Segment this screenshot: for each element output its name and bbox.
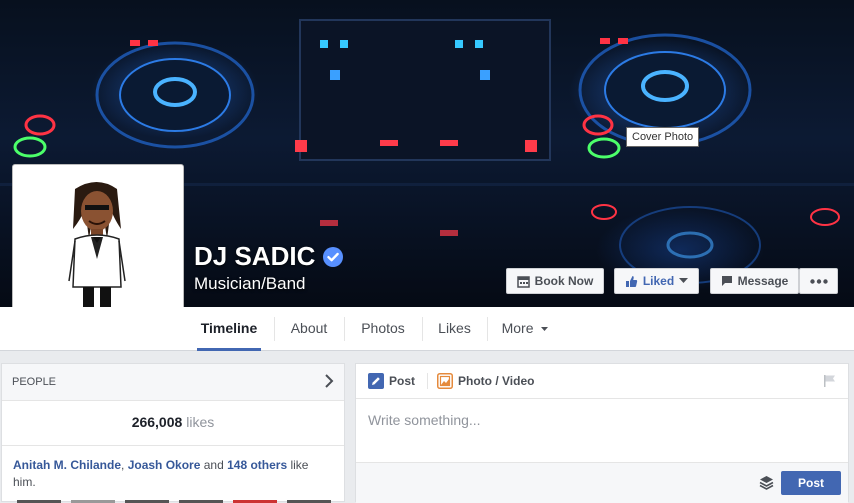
composer-tab-post-label: Post — [389, 374, 416, 388]
liked-label: Liked — [642, 274, 675, 288]
composer-footer: Post — [356, 462, 848, 503]
page-likes-count: 266,008 likes — [2, 414, 344, 430]
flag-icon[interactable] — [823, 374, 836, 387]
friend-link[interactable]: Joash Okore — [128, 458, 201, 472]
message-button[interactable]: Message — [710, 268, 799, 294]
book-now-label: Book Now — [534, 274, 594, 288]
friends-like-text: Anitah M. Chilande, Joash Okore and 148 … — [13, 457, 333, 491]
message-label: Message — [737, 274, 789, 288]
page-title: DJ SADIC — [194, 241, 344, 272]
chevron-right-icon[interactable] — [324, 374, 334, 388]
page-category: Musician/Band — [194, 274, 306, 293]
message-bubble-icon — [721, 276, 732, 286]
composer-tab-photo-video[interactable]: Photo / Video — [437, 364, 534, 398]
tab-likes[interactable]: Likes — [422, 307, 487, 350]
people-box: PEOPLE 266,008 likes Anitah M. Chilande, … — [1, 363, 345, 503]
book-now-button[interactable]: Book Now — [506, 268, 604, 294]
photo-icon — [437, 373, 453, 389]
separator-text: , — [121, 458, 125, 472]
composer-tab-post[interactable]: Post — [368, 364, 415, 398]
calendar-icon — [516, 275, 530, 288]
write-something-input[interactable]: Write something... — [368, 412, 481, 428]
cover-photo-tooltip: Cover Photo — [626, 127, 700, 147]
verified-badge-icon — [323, 246, 344, 267]
pencil-icon — [368, 373, 384, 389]
and-text: and — [200, 458, 228, 472]
tab-more-label: More — [501, 320, 534, 336]
page-name-text: DJ SADIC — [194, 241, 316, 271]
post-composer: Post Photo / Video Write something... Po… — [355, 363, 849, 503]
more-options-button[interactable] — [799, 268, 838, 294]
post-button[interactable]: Post — [781, 471, 841, 495]
layers-icon[interactable] — [759, 475, 774, 490]
composer-tab-photo-label: Photo / Video — [458, 374, 535, 388]
thumbs-up-icon — [625, 275, 637, 287]
tab-more[interactable]: More — [487, 307, 563, 350]
friend-link[interactable]: Anitah M. Chilande — [13, 458, 121, 472]
composer-tabs: Post Photo / Video — [356, 364, 848, 399]
divider — [2, 445, 344, 446]
caret-down-icon — [541, 326, 549, 331]
tab-divider — [427, 373, 428, 389]
page-nav-bar: Timeline About Photos Likes More — [0, 307, 854, 351]
people-title: PEOPLE — [12, 376, 57, 388]
tab-photos[interactable]: Photos — [344, 307, 422, 350]
people-header[interactable]: PEOPLE — [2, 364, 344, 401]
likes-number: 266,008 — [131, 414, 183, 430]
tab-timeline[interactable]: Timeline — [197, 307, 261, 351]
likes-label: likes — [186, 414, 215, 430]
others-link[interactable]: 148 others — [227, 458, 287, 472]
tab-about[interactable]: About — [274, 307, 344, 350]
liked-button[interactable]: Liked — [614, 268, 699, 294]
ellipsis-icon — [809, 278, 828, 284]
caret-down-icon — [679, 278, 689, 283]
